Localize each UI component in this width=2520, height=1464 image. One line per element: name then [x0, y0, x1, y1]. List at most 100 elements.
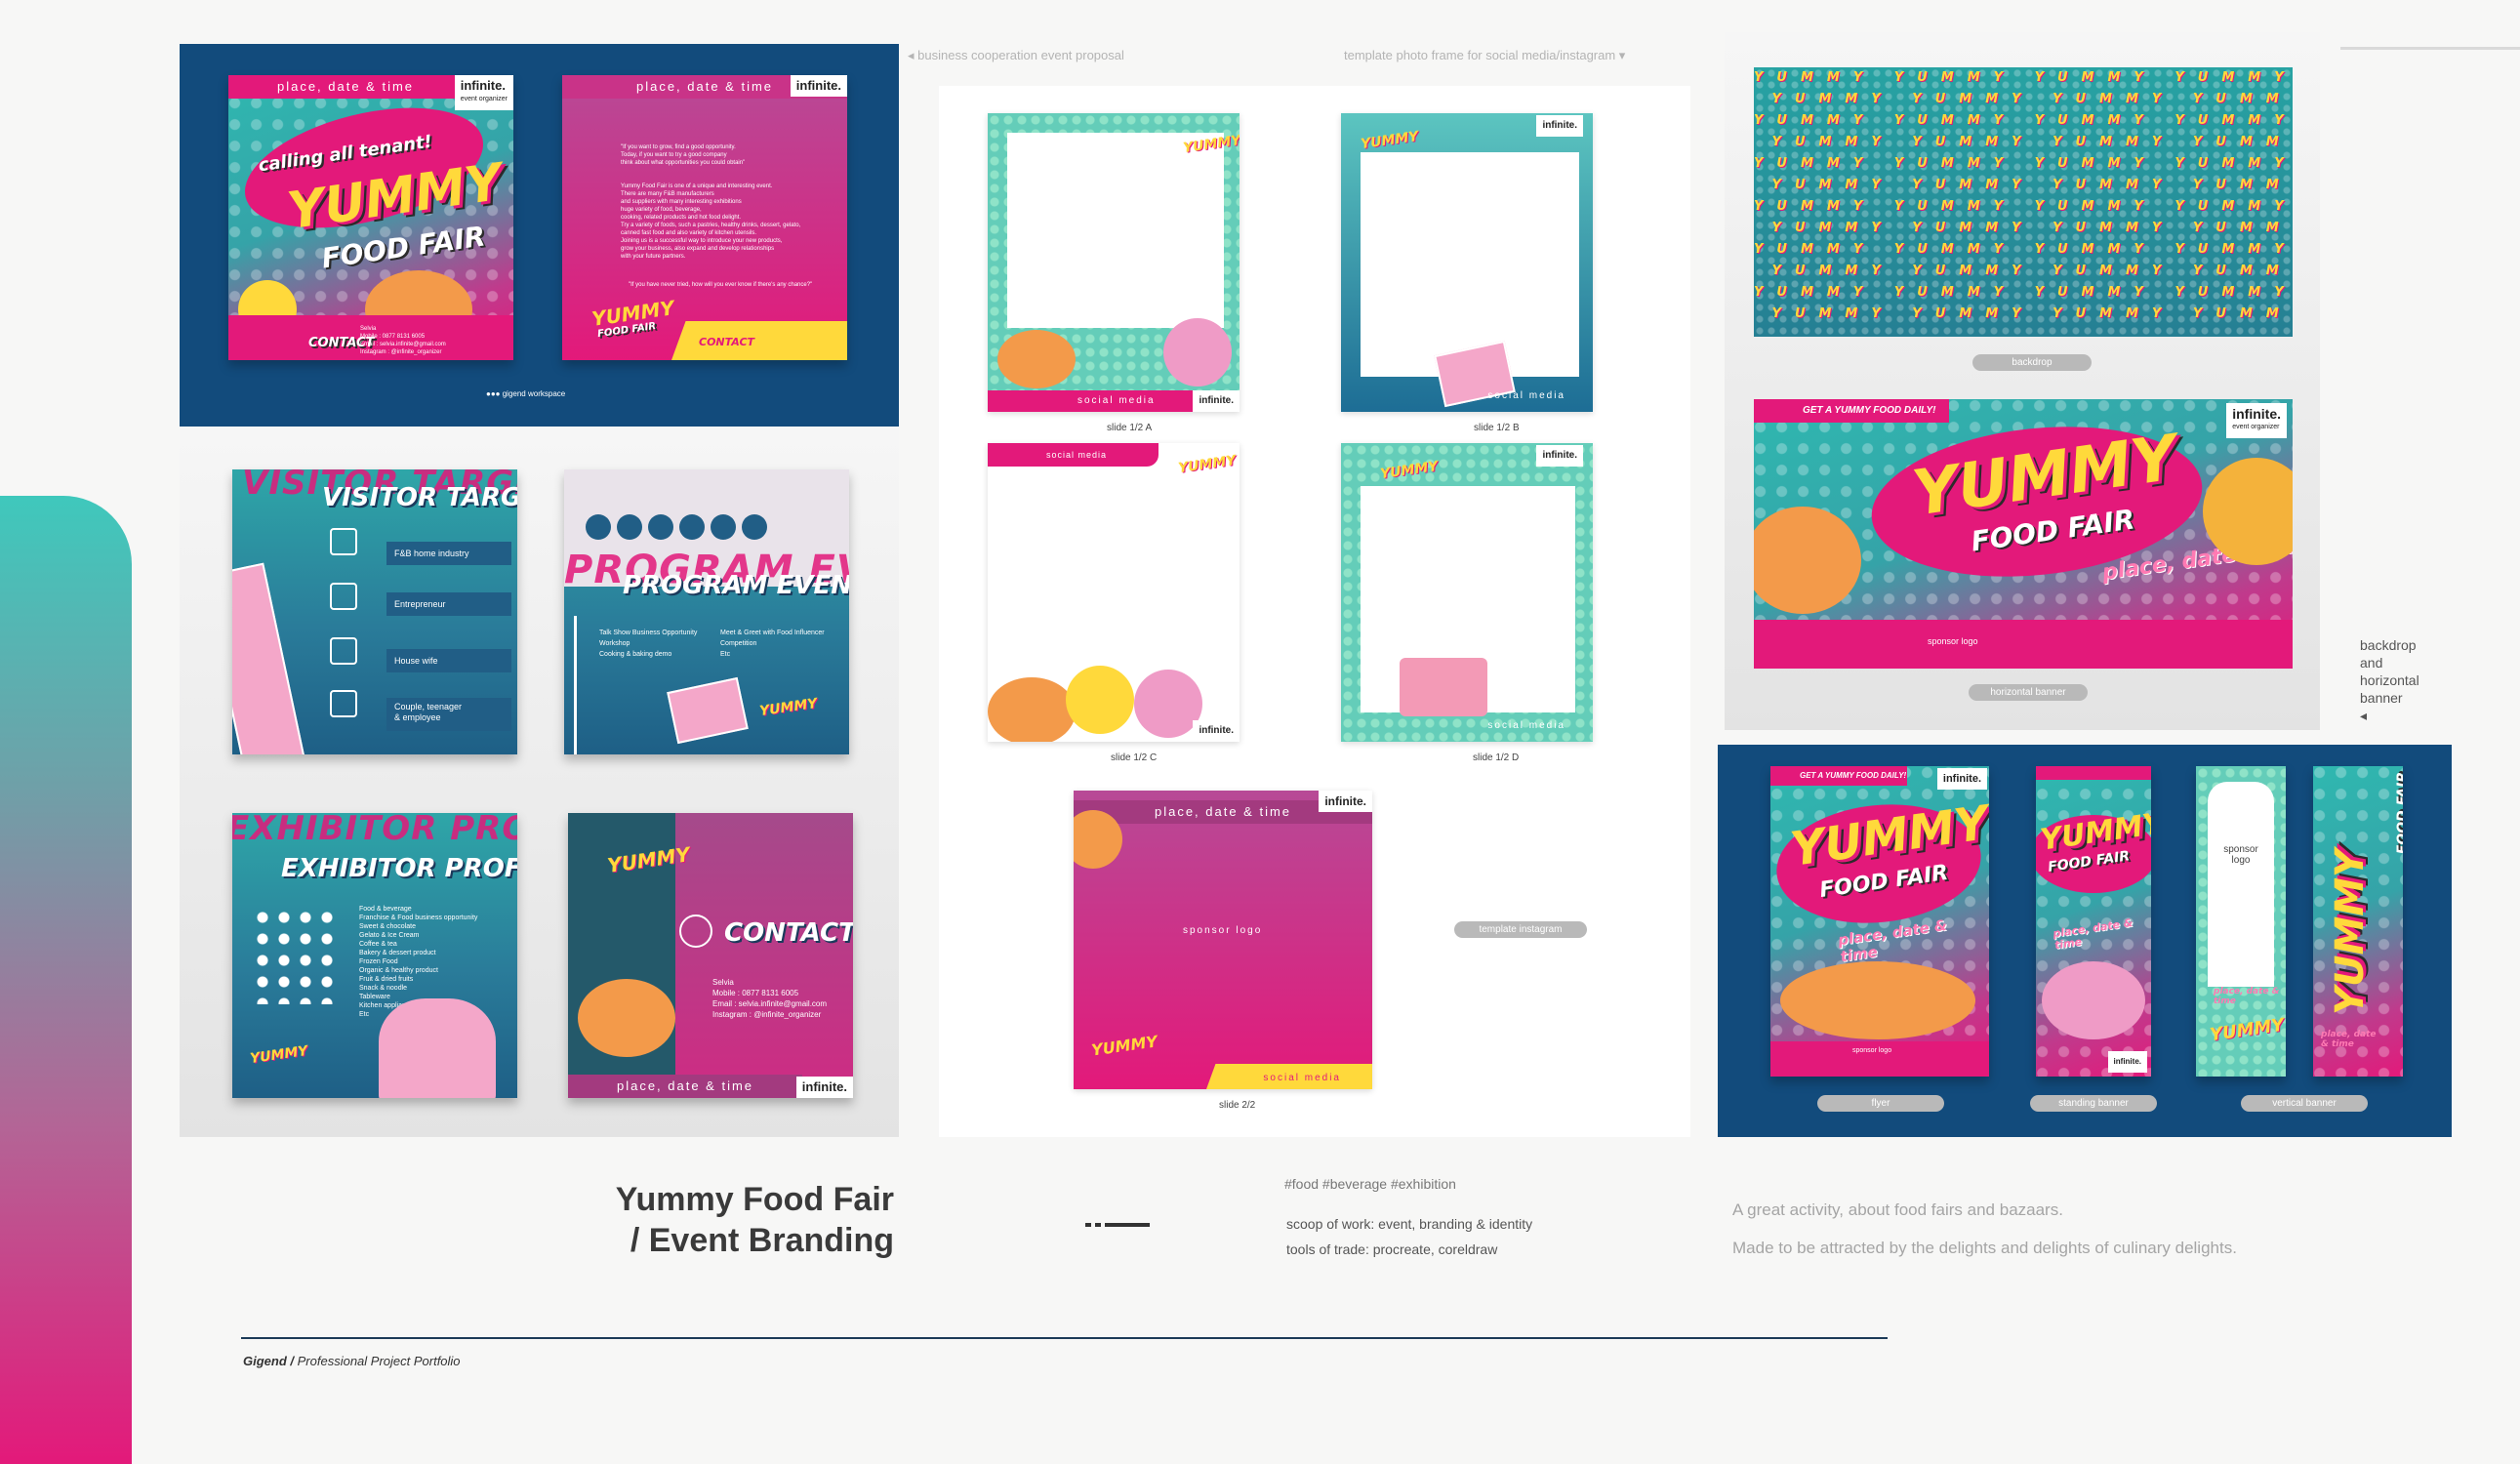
brand-logo: infinite. event organizer — [454, 75, 513, 110]
brand-logo: infinite. event organizer — [2226, 403, 2287, 438]
cake-illustration — [1400, 658, 1487, 716]
visitor-target-page[interactable]: VISITOR TARGET VISITOR TARGET F&B home i… — [232, 469, 517, 754]
contact-bar: place, date & time — [568, 1075, 802, 1098]
footer-brand: Gigend / — [243, 1354, 294, 1368]
poster-bar: place, date & time — [228, 75, 463, 99]
sponsor-area — [2208, 782, 2274, 987]
letter-intro: "If you want to grow, find a good opport… — [621, 144, 746, 166]
project-title-line1: Yummy Food Fair — [615, 1181, 894, 1218]
letter-quote: "If you have never tried, how will you e… — [629, 282, 813, 288]
poster-contact-lines: Selvia Mobile : 0877 8131 6005 Email : s… — [360, 326, 446, 355]
program-left: Talk Show Business Opportunity Workshop … — [599, 630, 698, 658]
dash-dot — [1095, 1223, 1101, 1227]
program-right: Meet & Greet with Food Influencer Compet… — [720, 630, 825, 658]
social-label: social media — [1263, 1073, 1341, 1083]
vertical-banner-a[interactable]: sponsor logo place, date & time YUMMY — [2196, 766, 2286, 1077]
backdrop-side-note: backdrop and horizontal banner ◂ — [2360, 637, 2419, 723]
brand-logo: infinite. — [795, 1077, 853, 1098]
frame-logo: YUMMY — [1360, 128, 1420, 153]
description-line1: A great activity, about food fairs and b… — [1732, 1200, 2063, 1219]
frame-slide-a[interactable]: YUMMY social media infinite. — [988, 113, 1240, 412]
frame-logo: YUMMY — [1379, 458, 1440, 483]
food-illustration — [1163, 318, 1232, 386]
flyer-sponsor: sponsor logo — [1852, 1047, 1892, 1054]
meet-greet-icon — [679, 514, 705, 540]
banners-panel: GET A YUMMY FOOD DAILY! infinite. YUMMY … — [1718, 745, 2452, 1137]
talkshow-icon — [586, 514, 611, 540]
contact-title: CONTACT — [724, 918, 853, 948]
dash-line — [1105, 1223, 1150, 1227]
letter-yellow-band — [671, 321, 847, 360]
slide-caption: slide 1/2 D — [1473, 752, 1520, 763]
proposal-panel: VISITOR TARGET VISITOR TARGET F&B home i… — [180, 427, 899, 1137]
exhibitor-profile-page[interactable]: EXHIBITOR PROFILE EXHIBITOR PROFILE Food… — [232, 813, 517, 1098]
food-illustration — [988, 677, 1076, 742]
family-icon — [330, 637, 357, 665]
project-title: Yummy Food Fair / Event Branding — [547, 1179, 894, 1261]
banner-footer — [1754, 620, 2293, 669]
top-right-rule — [2340, 47, 2520, 50]
photo-area — [1007, 133, 1224, 328]
flyer-ribbon: GET A YUMMY FOOD DAILY! — [1770, 766, 1907, 786]
footer-caption: Gigend / Professional Project Portfolio — [243, 1354, 461, 1368]
slide-caption: slide 1/2 B — [1474, 423, 1520, 433]
tags: #food #beverage #exhibition — [1284, 1176, 1456, 1192]
backdrop-art[interactable]: YUMMY YUMMY YUMMY YUMMY YUMMY YUMMY YUMM… — [1754, 67, 2293, 337]
standing-banner-pill: standing banner — [2030, 1095, 2157, 1112]
brand-logo: infinite. — [1193, 720, 1240, 742]
poster-letter[interactable]: place, date & time infinite. "If you wan… — [562, 75, 847, 360]
vertical-logo: YUMMY — [2208, 1014, 2286, 1046]
letter-contact: CONTACT — [699, 336, 755, 348]
program-title: PROGRAM EVENT — [623, 571, 849, 600]
target-item: House wife — [386, 649, 511, 672]
proposal-note: ◂ business cooperation event proposal — [908, 48, 1124, 62]
person-icon — [679, 915, 712, 948]
vertical-place: place, date & time — [2214, 987, 2280, 1006]
workspace-credit: ●●● gigend workspace — [486, 389, 566, 398]
slide-caption: slide 2/2 — [1219, 1100, 1256, 1111]
contact-page[interactable]: YUMMY CONTACT Selvia Mobile : 0877 8131 … — [568, 813, 853, 1098]
contact-lines: Selvia Mobile : 0877 8131 6005 Email : s… — [712, 978, 828, 1019]
sponsor-label: sponsor logo — [1183, 925, 1263, 936]
standing-banner-art[interactable]: YUMMY FOOD FAIR place, date & time infin… — [2036, 766, 2151, 1077]
vertical-banner-pill: vertical banner — [2241, 1095, 2368, 1112]
vertical-subtitle: FOOD FAIR — [2395, 771, 2403, 855]
frame-slide-d[interactable]: YUMMY infinite. social media — [1341, 443, 1593, 742]
horizontal-banner-art[interactable]: GET A YUMMY FOOD DAILY! infinite. event o… — [1754, 399, 2293, 669]
social-label: social media — [1487, 390, 1565, 401]
banner-ribbon: GET A YUMMY FOOD DAILY! — [1754, 399, 1949, 423]
food-bowl-illustration — [578, 979, 675, 1057]
template-instagram-pill: template instagram — [1454, 921, 1587, 938]
tools-of-trade: tools of trade: procreate, coreldraw — [1286, 1241, 1498, 1257]
exhibitor-icons-grid — [252, 907, 340, 1004]
horizontal-banner-pill: horizontal banner — [1969, 684, 2088, 701]
frame-slide-c[interactable]: social media YUMMY infinite. — [988, 443, 1240, 742]
exhibitor-title: EXHIBITOR PROFILE — [281, 854, 517, 883]
slide-caption: slide 1/2 A — [1107, 423, 1153, 433]
food-illustration — [1780, 961, 1975, 1039]
food-illustration — [2042, 961, 2145, 1039]
frame-logo: YUMMY — [1177, 452, 1238, 477]
social-bar: social media — [988, 443, 1158, 467]
backdrop-pill: backdrop — [1972, 354, 2092, 371]
workshop-icon — [617, 514, 642, 540]
dash-dot — [1085, 1223, 1091, 1227]
brand-logo: infinite. — [1936, 768, 1987, 790]
brand-logo: infinite. — [790, 75, 847, 97]
brand-logo: infinite. — [2107, 1051, 2147, 1073]
shop-icon — [330, 583, 357, 610]
home-industry-icon — [330, 528, 357, 555]
frame-slide-instagram[interactable]: place, date & time infinite. sponsor log… — [1074, 791, 1372, 1089]
flyer-art[interactable]: GET A YUMMY FOOD DAILY! infinite. YUMMY … — [1770, 766, 1989, 1077]
vertical-banner-b[interactable]: YUMMY FOOD FAIR place, date & time — [2313, 766, 2403, 1077]
project-title-line2: / Event Branding — [630, 1222, 894, 1259]
timeline-line — [574, 616, 577, 754]
food-illustration — [1754, 507, 1861, 614]
cooking-icon — [648, 514, 673, 540]
frame-slide-b[interactable]: YUMMY infinite. social media — [1341, 113, 1593, 412]
poster-cover[interactable]: place, date & time infinite. event organi… — [228, 75, 513, 360]
couple-icon — [330, 690, 357, 717]
vertical-title-wrap: YUMMY — [2318, 810, 2396, 1015]
program-event-page[interactable]: PROGRAM EVENT PROGRAM EVENT Talk Show Bu… — [564, 469, 849, 754]
competition-icon — [711, 514, 736, 540]
